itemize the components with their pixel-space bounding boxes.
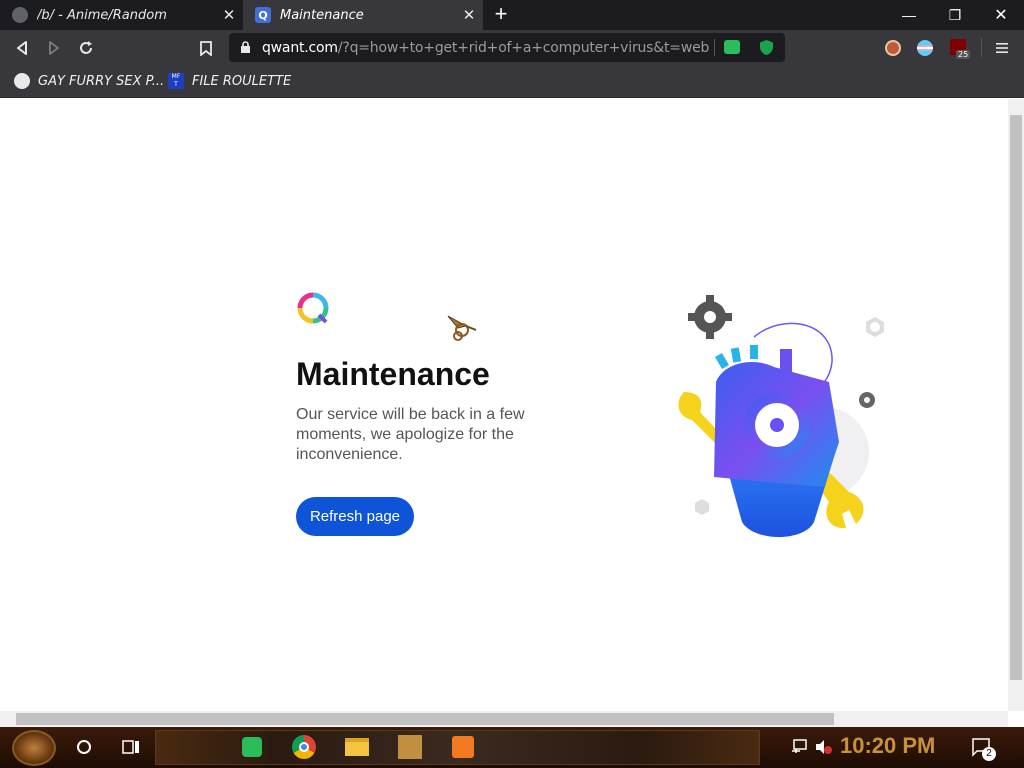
url-divider (714, 39, 715, 56)
chat-app-icon[interactable] (238, 733, 266, 761)
ublock-badge: 25 (956, 50, 971, 59)
lock-icon (241, 41, 250, 53)
tab-anime-random[interactable]: /b/ - Anime/Random ✕ (0, 0, 243, 30)
reload-button[interactable] (75, 37, 97, 59)
volume-muted-icon[interactable] (809, 733, 837, 761)
forward-arrow-icon (49, 41, 59, 55)
toolbar-divider (981, 38, 982, 57)
bookmark-button[interactable] (195, 37, 217, 59)
steampunk-cursor-icon (447, 315, 477, 341)
task-view-button[interactable] (117, 733, 145, 761)
notifications-count-badge: 2 (982, 747, 996, 761)
back-arrow-icon (17, 41, 27, 55)
url-path: /?q=how+to+get+rid+of+a+computer+virus&t… (337, 40, 710, 56)
start-button[interactable] (12, 730, 56, 766)
vertical-scrollbar-thumb[interactable] (1010, 115, 1022, 680)
bookmark-label: FILE ROULETTE (192, 73, 292, 89)
tab-close-icon[interactable]: ✕ (459, 6, 479, 24)
qwant-favicon-icon: Q (255, 7, 271, 23)
forward-button[interactable] (43, 37, 65, 59)
globe-icon (14, 73, 30, 89)
page-title: Maintenance (296, 356, 490, 392)
reload-icon (80, 41, 92, 54)
game-app-icon[interactable] (396, 733, 424, 761)
file-roulette-icon: MF T (168, 73, 184, 89)
tab-close-icon[interactable]: ✕ (219, 6, 239, 24)
bookmarks-bar: GAY FURRY SEX P... MF T FILE ROULETTE (0, 66, 1024, 98)
flag-extension-icon[interactable] (917, 40, 933, 56)
tab-title: Maintenance (280, 7, 364, 23)
avatar-extension-icon[interactable] (885, 40, 901, 56)
refresh-page-button[interactable]: Refresh page (296, 497, 414, 536)
taskbar-clock[interactable]: 10:20 PM (840, 733, 935, 759)
back-button[interactable] (11, 37, 33, 59)
task-view-icon (122, 740, 139, 754)
maintenance-robot-illustration (678, 295, 884, 537)
close-window-button[interactable]: ✕ (978, 0, 1024, 30)
bookmark-icon (200, 40, 212, 56)
cortana-button[interactable] (70, 733, 98, 761)
shield-extension-icon[interactable] (759, 39, 774, 56)
bookmark-item[interactable]: MF T FILE ROULETTE (168, 73, 291, 89)
bookmark-label: GAY FURRY SEX P... (38, 73, 165, 89)
file-explorer-icon[interactable] (343, 733, 371, 761)
restore-button[interactable]: ❐ (932, 0, 978, 30)
monitor-network-icon (792, 739, 807, 753)
address-bar[interactable]: qwant.com/?q=how+to+get+rid+of+a+compute… (229, 33, 785, 62)
globe-icon (12, 7, 28, 23)
maintenance-description: Our service will be back in a few moment… (296, 406, 525, 463)
menu-button[interactable] (991, 37, 1013, 59)
chat-extension-icon[interactable] (724, 40, 740, 54)
bookmark-item[interactable]: GAY FURRY SEX P... (14, 73, 164, 89)
new-tab-button[interactable]: + (490, 3, 512, 26)
minimize-button[interactable]: — (886, 0, 932, 30)
tab-maintenance[interactable]: Q Maintenance ✕ (243, 0, 483, 30)
horizontal-scrollbar-thumb[interactable] (16, 713, 834, 725)
tab-title: /b/ - Anime/Random (37, 7, 167, 23)
search-circle-icon (77, 740, 91, 754)
browser-toolbar: qwant.com/?q=how+to+get+rid+of+a+compute… (0, 30, 1024, 66)
hamburger-menu-icon (996, 43, 1008, 53)
chrome-icon[interactable] (290, 733, 318, 761)
url-text: qwant.com/?q=how+to+get+rid+of+a+compute… (262, 40, 709, 56)
gear-icon (688, 295, 732, 339)
qwant-logo-icon (297, 292, 329, 324)
tab-strip: /b/ - Anime/Random ✕ Q Maintenance ✕ + —… (0, 0, 1024, 30)
xampp-icon[interactable] (449, 733, 477, 761)
url-host: qwant.com (262, 40, 338, 56)
